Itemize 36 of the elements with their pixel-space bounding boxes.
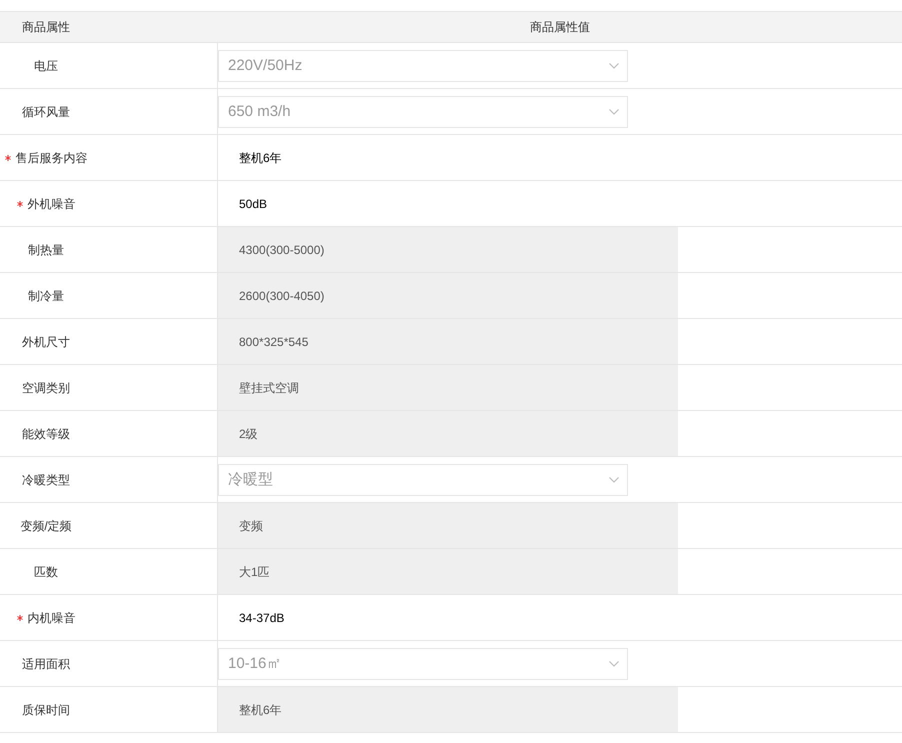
caret-icon — [609, 477, 619, 483]
attribute-label: 匹数 — [34, 564, 58, 578]
attribute-label: 制热量 — [28, 242, 64, 256]
caret-icon — [609, 109, 619, 115]
attribute-label: 电压 — [34, 58, 58, 72]
attribute-label: 售后服务内容 — [16, 150, 88, 164]
readonly-field: 2级 — [218, 411, 678, 456]
attribute-label: 外机尺寸 — [22, 334, 70, 348]
readonly-field: 大1匹 — [218, 549, 678, 594]
select-field[interactable]: 冷暖型 — [218, 464, 628, 496]
column-header: 商品属性 — [21, 19, 71, 36]
attribute-label: 能效等级 — [22, 426, 70, 440]
select-field[interactable]: 220V/50Hz — [218, 50, 628, 82]
attribute-value: 34-37dB — [238, 610, 284, 626]
readonly-field: 4300(300-5000) — [218, 227, 678, 272]
caret-icon — [609, 63, 619, 69]
caret-icon — [609, 661, 619, 667]
attribute-label: 冷暖类型 — [22, 472, 70, 486]
readonly-field: 2600(300-4050) — [218, 273, 678, 318]
attribute-label: 变频/定频 — [20, 518, 72, 532]
readonly-field: 整机6年 — [218, 687, 678, 732]
attribute-label: 质保时间 — [22, 702, 70, 716]
readonly-field: 变频 — [218, 503, 678, 548]
select-field[interactable]: 650 m3/h — [218, 96, 628, 128]
attribute-value: 50dB — [238, 196, 268, 212]
attribute-label: 循环风量 — [22, 104, 70, 118]
attribute-label: 适用面积 — [22, 656, 70, 670]
column-header: 商品属性值 — [529, 19, 591, 36]
readonly-field: 壁挂式空调 — [218, 365, 678, 410]
attribute-label: 空调类别 — [22, 380, 70, 394]
readonly-field: 800*325*545 — [218, 319, 678, 364]
select-field[interactable]: 10-16㎡ — [218, 648, 628, 680]
attribute-label: 外机噪音 — [28, 196, 76, 210]
attribute-label: 制冷量 — [28, 288, 64, 302]
attribute-value: 整机6年 — [238, 150, 282, 166]
attribute-label: 内机噪音 — [28, 610, 76, 624]
